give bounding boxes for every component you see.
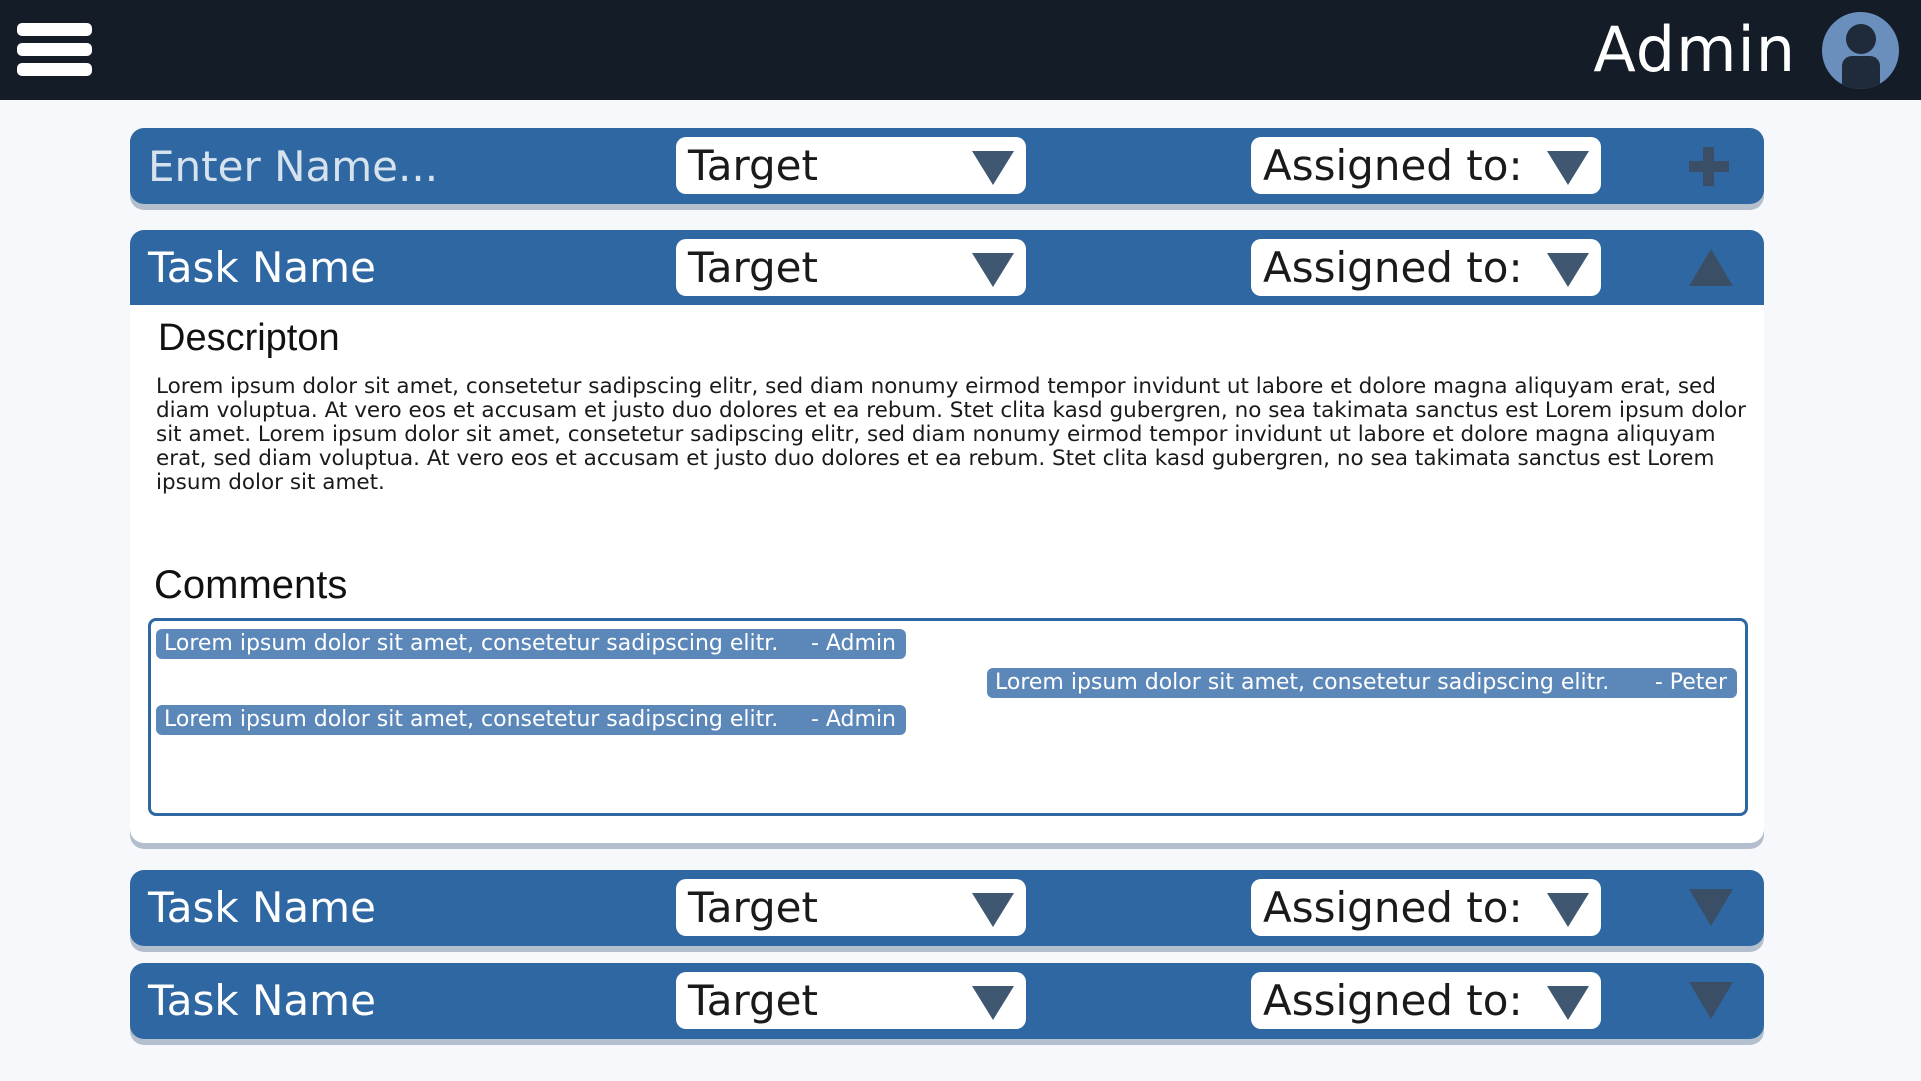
top-header-bar: Admin — [0, 0, 1921, 100]
user-avatar-icon[interactable] — [1822, 12, 1899, 89]
chevron-down-icon — [1547, 253, 1589, 287]
task-name: Task Name — [148, 243, 376, 292]
assigned-to-select-label: Assigned to: — [1263, 883, 1523, 932]
assigned-to-select[interactable]: Assigned to: — [1251, 137, 1601, 194]
comment-bubble-peter: Lorem ipsum dolor sit amet, consetetur s… — [987, 668, 1737, 698]
chevron-down-icon — [972, 986, 1014, 1020]
assigned-to-select-label: Assigned to: — [1263, 243, 1523, 292]
comment-author: - Peter — [1654, 670, 1727, 695]
comment-bubble-admin: Lorem ipsum dolor sit amet, consetetur s… — [156, 629, 906, 659]
task-row: Task Name Target Assigned to: — [130, 230, 1764, 306]
task-name-input[interactable] — [148, 138, 628, 194]
comment-text: Lorem ipsum dolor sit amet, consetetur s… — [164, 707, 779, 732]
comments-box[interactable]: Lorem ipsum dolor sit amet, consetetur s… — [148, 618, 1748, 816]
target-select-label: Target — [688, 243, 818, 292]
chevron-down-icon — [1547, 893, 1589, 927]
target-select[interactable]: Target — [676, 239, 1026, 296]
target-select-label: Target — [688, 141, 818, 190]
comment-author: - Admin — [810, 707, 896, 732]
assigned-to-select[interactable]: Assigned to: — [1251, 879, 1601, 936]
target-select[interactable]: Target — [676, 879, 1026, 936]
assigned-to-select[interactable]: Assigned to: — [1251, 972, 1601, 1029]
description-text: Lorem ipsum dolor sit amet, consetetur s… — [156, 374, 1746, 495]
target-select-label: Target — [688, 883, 818, 932]
task-row: Task Name Target Assigned to: — [130, 963, 1764, 1039]
current-user-name: Admin — [1593, 13, 1796, 86]
comment-text: Lorem ipsum dolor sit amet, consetetur s… — [995, 670, 1610, 695]
assigned-to-select-label: Assigned to: — [1263, 141, 1523, 190]
task-row: Task Name Target Assigned to: — [130, 870, 1764, 946]
add-task-plus-icon[interactable] — [1687, 146, 1731, 186]
expand-arrow-down-icon[interactable] — [1689, 889, 1733, 926]
description-heading: Descripton — [158, 317, 340, 359]
chevron-down-icon — [972, 253, 1014, 287]
task-name: Task Name — [148, 976, 376, 1025]
expand-arrow-down-icon[interactable] — [1689, 982, 1733, 1019]
task-details-panel: Descripton Lorem ipsum dolor sit amet, c… — [130, 305, 1764, 843]
task-name: Task Name — [148, 883, 376, 932]
chevron-down-icon — [972, 893, 1014, 927]
target-select[interactable]: Target — [676, 137, 1026, 194]
assigned-to-select-label: Assigned to: — [1263, 976, 1523, 1025]
comment-author: - Admin — [810, 631, 896, 656]
hamburger-menu-icon[interactable] — [14, 20, 94, 80]
assigned-to-select[interactable]: Assigned to: — [1251, 239, 1601, 296]
chevron-down-icon — [1547, 986, 1589, 1020]
chevron-down-icon — [972, 151, 1014, 185]
comment-text: Lorem ipsum dolor sit amet, consetetur s… — [164, 631, 779, 656]
comment-bubble-admin: Lorem ipsum dolor sit amet, consetetur s… — [156, 705, 906, 735]
target-select[interactable]: Target — [676, 972, 1026, 1029]
collapse-arrow-up-icon[interactable] — [1689, 249, 1733, 286]
new-task-row: Target Assigned to: — [130, 128, 1764, 204]
comments-heading: Comments — [154, 563, 348, 607]
target-select-label: Target — [688, 976, 818, 1025]
chevron-down-icon — [1547, 151, 1589, 185]
